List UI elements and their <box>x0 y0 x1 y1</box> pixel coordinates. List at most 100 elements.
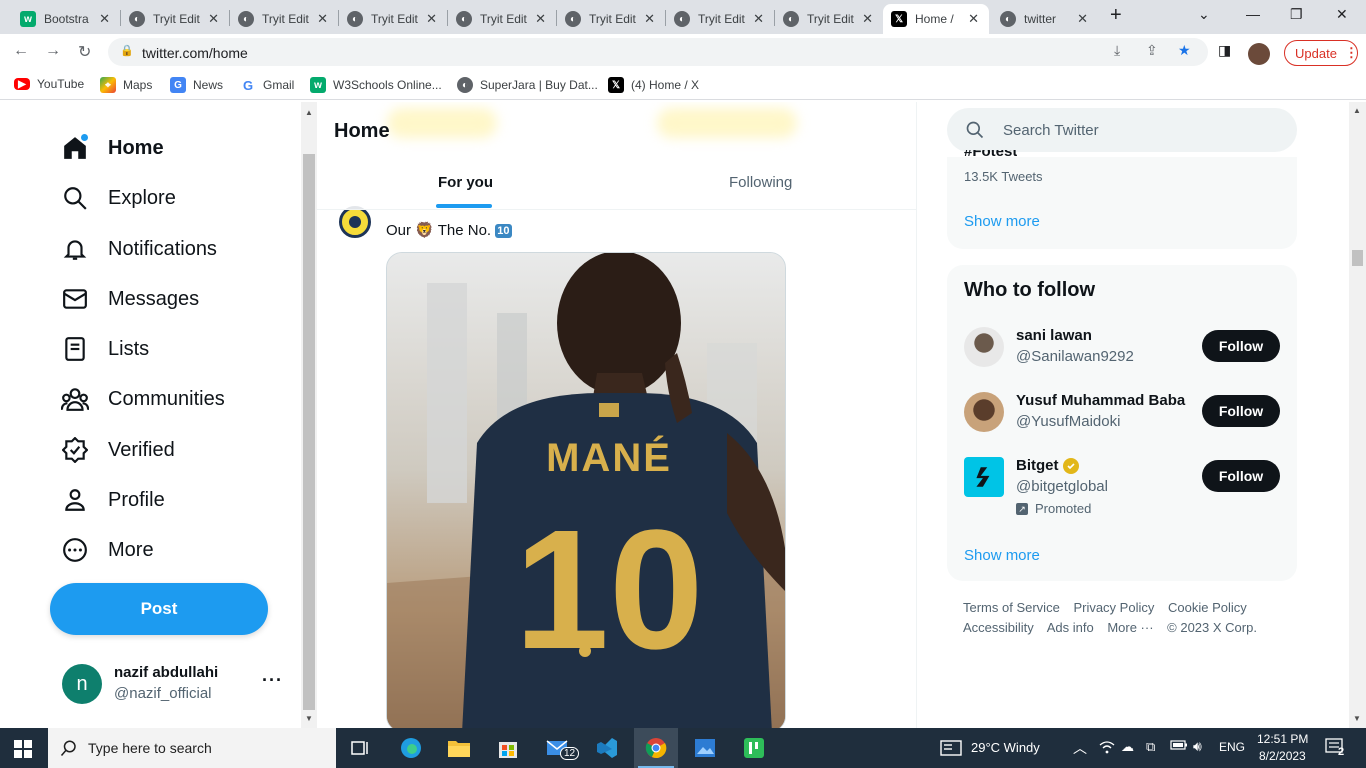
photos-icon[interactable] <box>683 728 727 768</box>
nav-communities[interactable]: Communities <box>60 379 225 419</box>
weather-text[interactable]: 29°C Windy <box>971 740 1040 755</box>
chevron-up-icon[interactable]: ︿ <box>1073 738 1087 758</box>
bookmark-youtube[interactable]: ▶ YouTube <box>14 77 84 91</box>
nav-profile[interactable]: Profile <box>60 480 165 520</box>
share-icon[interactable]: ⇪ <box>1146 42 1158 59</box>
volume-icon[interactable]: 🔊︎ <box>1193 738 1202 755</box>
follow-button[interactable]: Follow <box>1202 460 1280 492</box>
bookmark-superjara[interactable]: ◐ SuperJara | Buy Dat... <box>457 77 598 93</box>
reload-icon[interactable]: ↻ <box>78 42 91 62</box>
device-icon[interactable]: ⧉ <box>1146 739 1155 755</box>
nav-messages[interactable]: Messages <box>60 279 199 319</box>
browser-tab[interactable]: ◐ Tryit Edit ✕ <box>339 4 447 34</box>
weather-taskbar-icon[interactable] <box>940 739 962 760</box>
close-icon[interactable]: ✕ <box>753 11 764 27</box>
update-button[interactable]: Update ⋮ <box>1284 40 1358 66</box>
microsoft-store-icon[interactable] <box>486 728 530 768</box>
bookmark-w3schools[interactable]: w W3Schools Online... <box>310 77 442 93</box>
browser-profile-avatar[interactable] <box>1248 43 1270 65</box>
browser-tab[interactable]: ◐ Tryit Edit ✕ <box>121 4 229 34</box>
follow-suggestion[interactable]: Yusuf Muhammad Baba @YusufMaidoki Follow <box>964 392 1280 452</box>
footer-link[interactable]: Accessibility <box>963 620 1034 635</box>
bookmark-news[interactable]: G News <box>170 77 223 93</box>
footer-link[interactable]: Privacy Policy <box>1073 600 1154 615</box>
footer-link[interactable]: Ads info <box>1047 620 1094 635</box>
tab-following[interactable]: Following <box>729 174 792 194</box>
close-icon[interactable]: ✕ <box>535 11 546 27</box>
install-app-icon[interactable]: ⤓ <box>1114 42 1120 59</box>
mail-icon[interactable]: 12 <box>536 728 580 768</box>
windows-start-icon[interactable] <box>14 740 32 763</box>
who-to-follow-show-more-link[interactable]: Show more <box>964 547 1040 564</box>
scroll-up-arrow-icon[interactable]: ▲ <box>1353 106 1361 115</box>
footer-link[interactable]: Cookie Policy <box>1168 600 1247 615</box>
minimize-button[interactable]: — <box>1246 6 1260 22</box>
close-icon[interactable]: ✕ <box>317 11 328 27</box>
nav-more[interactable]: More <box>60 530 154 570</box>
bookmark-star-icon[interactable]: ★ <box>1178 42 1191 59</box>
scrollbar-thumb[interactable] <box>303 154 315 710</box>
follow-button[interactable]: Follow <box>1202 395 1280 427</box>
close-icon[interactable]: ✕ <box>99 11 110 27</box>
taskbar-search-input[interactable]: Type here to search <box>48 728 336 768</box>
close-icon[interactable]: ✕ <box>862 11 873 27</box>
account-more-icon[interactable]: ··· <box>262 670 283 691</box>
forward-arrow-icon[interactable]: → <box>45 42 61 60</box>
browser-tab[interactable]: ◐ Tryit Edit ✕ <box>230 4 338 34</box>
follow-button[interactable]: Follow <box>1202 330 1280 362</box>
address-bar[interactable]: 🔒 twitter.com/home <box>108 38 1208 66</box>
nav-notifications[interactable]: Notifications <box>60 229 217 269</box>
footer-link[interactable]: Terms of Service <box>963 600 1060 615</box>
page-scrollbar[interactable]: ▲ ▼ <box>1349 102 1366 728</box>
browser-tab[interactable]: ◐ Tryit Edit ✕ <box>775 4 883 34</box>
clock-time[interactable]: 12:51 PM <box>1257 732 1308 746</box>
nav-lists[interactable]: Lists <box>60 329 149 369</box>
bookmark-gmail[interactable]: G Gmail <box>240 77 294 93</box>
sidebar-scrollbar[interactable]: ▲ ▼ <box>301 102 317 728</box>
edge-icon[interactable] <box>389 728 433 768</box>
close-icon[interactable]: ✕ <box>968 11 979 27</box>
tab-for-you[interactable]: For you <box>438 174 493 194</box>
close-icon[interactable]: ✕ <box>208 11 219 27</box>
task-view-icon[interactable] <box>338 728 382 768</box>
browser-tab[interactable]: ◐ Tryit Edit ✕ <box>666 4 774 34</box>
follow-suggestion[interactable]: sani lawan @Sanilawan9292 Follow <box>964 327 1280 387</box>
browser-tab-active[interactable]: 𝕏 Home / ✕ <box>883 4 989 34</box>
side-panel-icon[interactable]: ◨ <box>1218 42 1231 59</box>
chrome-icon[interactable] <box>634 728 678 768</box>
vscode-icon[interactable] <box>585 728 629 768</box>
scroll-down-arrow-icon[interactable]: ▼ <box>1353 714 1361 723</box>
tweet-author-avatar[interactable] <box>339 206 371 238</box>
back-arrow-icon[interactable]: ← <box>13 42 29 60</box>
battery-icon[interactable] <box>1170 739 1188 754</box>
cloud-sync-icon[interactable]: ☁ <box>1121 739 1134 755</box>
search-input[interactable]: Search Twitter <box>947 108 1297 152</box>
tab-search-chevron-icon[interactable]: ⌄ <box>1198 6 1210 23</box>
browser-tab[interactable]: ◐ Tryit Edit ✕ <box>557 4 665 34</box>
scrollbar-thumb[interactable] <box>1352 250 1363 266</box>
scroll-down-arrow-icon[interactable]: ▼ <box>305 714 313 723</box>
browser-tab[interactable]: ◐ twitter ✕ <box>992 4 1098 34</box>
close-icon[interactable]: ✕ <box>426 11 437 27</box>
scroll-up-arrow-icon[interactable]: ▲ <box>305 108 313 117</box>
nav-explore[interactable]: Explore <box>60 178 176 218</box>
nav-verified[interactable]: Verified <box>60 430 175 470</box>
close-window-button[interactable]: ✕ <box>1336 6 1348 23</box>
browser-tab[interactable]: w Bootstra ✕ <box>12 4 120 34</box>
bookmark-x-home[interactable]: 𝕏 (4) Home / X <box>608 77 699 93</box>
new-tab-button[interactable]: + <box>1110 4 1122 27</box>
tweet-image[interactable]: MANÉ 10 <box>386 252 786 728</box>
trend-name[interactable]: #Fotest <box>964 150 1017 160</box>
browser-tab[interactable]: ◐ Tryit Edit ✕ <box>448 4 556 34</box>
footer-link[interactable]: More ··· <box>1107 620 1153 635</box>
account-switcher[interactable]: n nazif abdullahi @nazif_official ··· <box>60 662 290 708</box>
close-icon[interactable]: ✕ <box>1077 11 1088 27</box>
trends-show-more-link[interactable]: Show more <box>964 213 1040 230</box>
follow-suggestion-promoted[interactable]: Bitget @bitgetglobal ↗ Promoted Follow <box>964 457 1280 527</box>
clock-date[interactable]: 8/2/2023 <box>1259 749 1306 763</box>
post-button[interactable]: Post <box>50 583 268 635</box>
close-icon[interactable]: ✕ <box>644 11 655 27</box>
wifi-icon[interactable] <box>1099 740 1115 757</box>
app-green-icon[interactable] <box>732 728 776 768</box>
nav-home[interactable]: Home <box>60 128 164 168</box>
